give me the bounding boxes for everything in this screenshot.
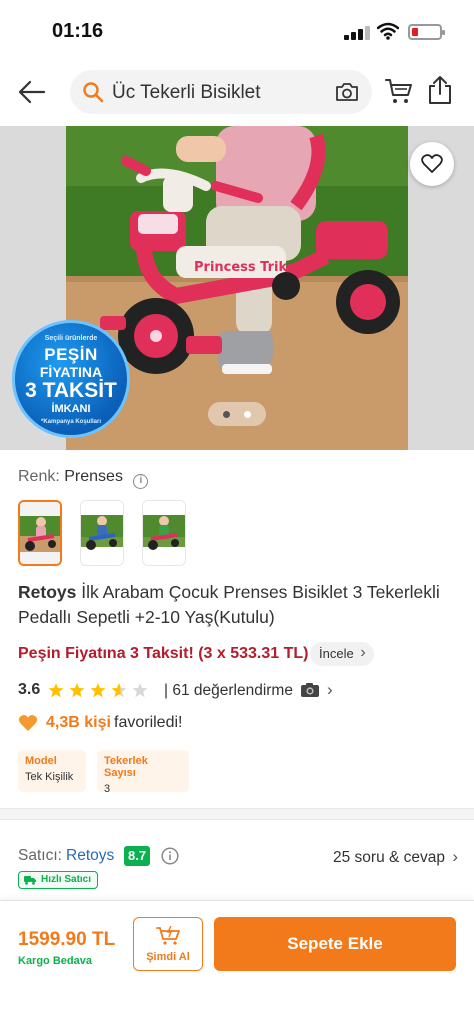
pager-dot[interactable] (244, 411, 251, 418)
spec-title: Model (25, 755, 57, 767)
promo-top-text: Seçili ürünlerde (44, 335, 98, 342)
battery-level (412, 28, 418, 36)
share-icon[interactable] (426, 74, 454, 106)
status-bar: 01:16 (0, 0, 474, 60)
variant-thumb-image (20, 502, 60, 564)
seller-label: Satıcı: (18, 847, 62, 864)
star-icon (69, 683, 85, 698)
pager-dot[interactable] (223, 411, 230, 418)
orange-heart-icon (18, 715, 38, 731)
color-label-prefix: Renk: (18, 468, 60, 485)
search-bar[interactable]: Üc Tekerli Bisiklet (70, 70, 372, 114)
info-icon[interactable] (161, 847, 179, 865)
spec-card-wheel-count: Tekerlek Sayısı 3 (97, 750, 189, 795)
seller-score-badge: 8.7 (124, 846, 151, 866)
half-star-icon (111, 683, 127, 698)
questions-answers-link[interactable]: 25 soru & cevap › (333, 847, 458, 867)
status-time: 01:16 (52, 20, 104, 42)
product-image-gallery[interactable]: Princess Trike Seçili ürünlerde PEŞİN Fİ… (0, 126, 474, 450)
photo-review-camera-icon (301, 683, 319, 697)
qa-text: 25 soru & cevap (333, 849, 446, 866)
heart-outline-icon (421, 154, 443, 173)
seller-row[interactable]: Satıcı: Retoys 8.7 25 soru & cevap › (18, 846, 458, 868)
rating-stars (48, 683, 148, 698)
rating-score: 3.6 (18, 681, 41, 698)
signal-icon (344, 24, 372, 40)
promo-line-1: PEŞİN (44, 345, 98, 364)
promo-line-2: FİYATINA (39, 364, 103, 380)
promo-line-4: İMKANI (51, 403, 91, 415)
product-name: İlk Arabam Çocuk Prenses Bisiklet 3 Teke… (18, 582, 440, 627)
spec-title: Tekerlek Sayısı (104, 755, 148, 779)
star-icon (90, 683, 106, 698)
color-selected-value: Prenses (64, 468, 123, 485)
inspect-installment-button[interactable]: İncele (310, 641, 374, 666)
product-title: Retoys İlk Arabam Çocuk Prenses Bisiklet… (18, 580, 458, 630)
spec-value: Tek Kişilik (25, 771, 74, 783)
fast-seller-label: Hızlı Satıcı (41, 874, 92, 885)
back-arrow-icon[interactable] (16, 76, 48, 108)
battery-icon (408, 24, 445, 40)
info-icon[interactable]: i (133, 474, 149, 489)
camera-icon[interactable] (334, 80, 360, 104)
buy-now-button[interactable]: Şimdi Al (133, 917, 203, 971)
installment-promo-badge: Seçili ürünlerde PEŞİN FİYATINA 3 TAKSİT… (12, 320, 130, 438)
chevron-right-icon: › (327, 680, 333, 699)
buy-now-label: Şimdi Al (146, 951, 190, 963)
wifi-icon (377, 22, 399, 40)
rating-row[interactable]: 3.6 | 61 değerlendirme › (18, 680, 458, 703)
installment-offer-text: Peşin Fiyatına 3 Taksit! (3 x 533.31 TL) (18, 645, 309, 662)
search-icon (83, 82, 104, 103)
product-price: 1599.90 TL (18, 929, 116, 950)
favorites-text: favoriledi! (114, 714, 183, 731)
section-divider (0, 808, 474, 820)
variant-thumb-image (81, 501, 123, 563)
promo-bottom-text: *Kampanya Koşulları (40, 419, 102, 425)
star-icon (48, 683, 64, 698)
svg-text:Princess Trike: Princess Trike (194, 260, 296, 275)
chevron-right-icon: › (452, 847, 458, 866)
free-shipping-label: Kargo Bedava (18, 955, 92, 967)
search-query-text: Üc Tekerli Bisiklet (112, 82, 261, 103)
spec-card-model: Model Tek Kişilik (18, 750, 86, 792)
top-nav-bar: Üc Tekerli Bisiklet (0, 64, 474, 120)
promo-line-3: 3 TAKSİT (25, 379, 117, 402)
cart-icon[interactable] (384, 76, 414, 106)
gallery-pager[interactable] (208, 402, 266, 426)
review-count: | 61 değerlendirme (164, 682, 293, 699)
product-brand[interactable]: Retoys (18, 582, 76, 602)
spec-value: 3 (104, 783, 111, 795)
fast-seller-badge: Hızlı Satıcı (18, 871, 99, 889)
empty-star-icon (132, 683, 148, 698)
seller-name-link[interactable]: Retoys (66, 847, 114, 865)
favorite-button[interactable] (410, 142, 454, 186)
bottom-purchase-bar: 1599.90 TL Kargo Bedava Şimdi Al Sepete … (0, 900, 474, 1024)
variant-thumb-pink[interactable] (18, 500, 62, 566)
add-to-cart-button[interactable]: Sepete Ekle (214, 917, 456, 971)
favorites-count: 4,3B kişi (46, 714, 111, 731)
cart-bolt-icon (156, 926, 180, 945)
variant-thumb-blue[interactable] (80, 500, 124, 566)
variant-thumb-image (143, 501, 185, 563)
variant-thumb-green[interactable] (142, 500, 186, 566)
color-variant-label: Renk: Prenses i (18, 468, 149, 489)
truck-icon (24, 876, 36, 885)
